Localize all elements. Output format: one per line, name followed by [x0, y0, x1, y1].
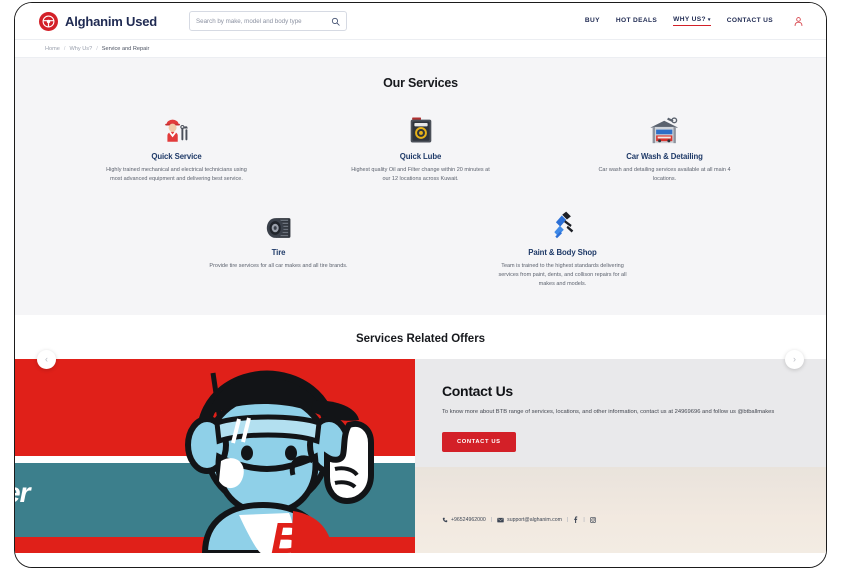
nav-item-buy-label: BUY: [584, 16, 600, 24]
nav-item-why-us-label: WHY US?: [673, 16, 706, 23]
nav-item-contact-us[interactable]: CONTACT US: [727, 17, 773, 26]
contact-footer-bar: +96524962000 | support@alghanim.com | |: [415, 516, 826, 553]
phone-icon: [442, 517, 448, 523]
spray-gun-icon: [550, 210, 576, 240]
contact-description: To know more about BTB range of services…: [442, 409, 775, 416]
breadcrumb-item-home[interactable]: Home: [45, 46, 60, 52]
garage-car-wash-icon: [648, 114, 682, 144]
breadcrumb-separator: /: [63, 45, 66, 52]
browser-window: Alghanim Used BUY HOT DEALS WHY US?▾: [14, 2, 827, 568]
services-related-offers-section: Services Related Offers ‹ › er: [15, 315, 826, 554]
breadcrumb-item-current: Service and Repair: [101, 45, 150, 52]
footer-separator: |: [567, 516, 569, 523]
page-content: Alghanim Used BUY HOT DEALS WHY US?▾: [15, 3, 826, 567]
contact-heading: Contact Us: [442, 383, 513, 400]
offers-title: Services Related Offers: [355, 333, 486, 346]
services-section: Our Services Quick Service Highly traine…: [15, 58, 826, 316]
oil-can-icon: [408, 114, 434, 144]
svg-text:B: B: [271, 514, 303, 553]
service-card-tire[interactable]: Tire Provide tire services for all car m…: [197, 210, 361, 289]
service-name: Tire: [271, 248, 286, 258]
nav-item-hot-deals-label: HOT DEALS: [615, 16, 658, 24]
nav-item-why-us[interactable]: WHY US? ▾: [673, 16, 711, 26]
service-name: Quick Service: [151, 152, 202, 161]
footer-separator: |: [583, 516, 585, 523]
service-card-quick-lube[interactable]: Quick Lube Highest quality Oil and Filte…: [339, 114, 503, 184]
promo-partial-word: er: [15, 477, 30, 509]
service-card-paint-body-shop[interactable]: Paint & Body Shop Team is trained to the…: [481, 210, 645, 289]
service-name: Car Wash & Detailing: [626, 152, 703, 161]
contact-body: Contact Us To know more about BTB range …: [415, 359, 826, 452]
nav-item-hot-deals[interactable]: HOT DEALS: [616, 17, 657, 26]
user-account-icon[interactable]: [793, 16, 804, 27]
service-name: Quick Lube: [399, 152, 442, 161]
facebook-icon[interactable]: [573, 516, 578, 524]
service-description: Team is trained to the highest standards…: [498, 263, 627, 288]
tire-icon: [263, 210, 295, 240]
service-description: Highest quality Oil and Filter change wi…: [351, 167, 490, 183]
instagram-icon[interactable]: [589, 516, 596, 523]
search-icon[interactable]: [331, 17, 340, 26]
mechanic-worker-icon: [162, 114, 192, 144]
footer-separator: |: [490, 516, 493, 523]
email-link[interactable]: support@alghanim.com: [497, 517, 562, 523]
search-input[interactable]: [196, 17, 332, 25]
service-description: Provide tire services for all car makes …: [209, 263, 348, 270]
service-description: Highly trained mechanical and electrical…: [106, 167, 247, 183]
services-row-primary: Quick Service Highly trained mechanical …: [15, 114, 826, 184]
site-header: Alghanim Used BUY HOT DEALS WHY US?▾: [15, 3, 826, 39]
search-bar[interactable]: [189, 11, 348, 31]
service-card-car-wash-detailing[interactable]: Car Wash & Detailing Car wash and detail…: [583, 114, 747, 184]
service-description: Car wash and detailing services availabl…: [598, 167, 731, 183]
chevron-down-icon: ▾: [707, 17, 711, 23]
envelope-icon: [497, 517, 504, 523]
offers-carousel: ‹ › er: [15, 350, 826, 554]
email-address: support@alghanim.com: [507, 516, 562, 523]
breadcrumb: Home / Why Us? / Service and Repair: [15, 39, 826, 58]
page-title: Our Services: [383, 76, 458, 90]
main-navigation: BUY HOT DEALS WHY US? ▾ CONTACT US: [585, 16, 804, 27]
steering-wheel-icon: [39, 11, 58, 31]
service-name: Paint & Body Shop: [528, 248, 597, 258]
brand-name: Alghanim Used: [65, 13, 158, 29]
breadcrumb-item-why-us[interactable]: Why Us?: [69, 46, 92, 52]
phone-number: +96524962000: [451, 516, 486, 523]
nav-item-buy[interactable]: BUY: [585, 17, 600, 26]
mascot-illustration: er: [15, 359, 415, 554]
brand-logo[interactable]: Alghanim Used: [39, 11, 158, 31]
offer-slide-promo[interactable]: er: [15, 359, 415, 554]
contact-us-button[interactable]: CONTACT US: [442, 431, 516, 452]
breadcrumb-separator: /: [96, 45, 98, 52]
service-card-quick-service[interactable]: Quick Service Highly trained mechanical …: [95, 114, 259, 184]
services-row-secondary: Tire Provide tire services for all car m…: [15, 210, 826, 289]
nav-item-contact-us-label: CONTACT US: [726, 16, 773, 24]
phone-link[interactable]: +96524962000: [442, 517, 486, 523]
contact-us-panel: Contact Us To know more about BTB range …: [415, 359, 826, 554]
